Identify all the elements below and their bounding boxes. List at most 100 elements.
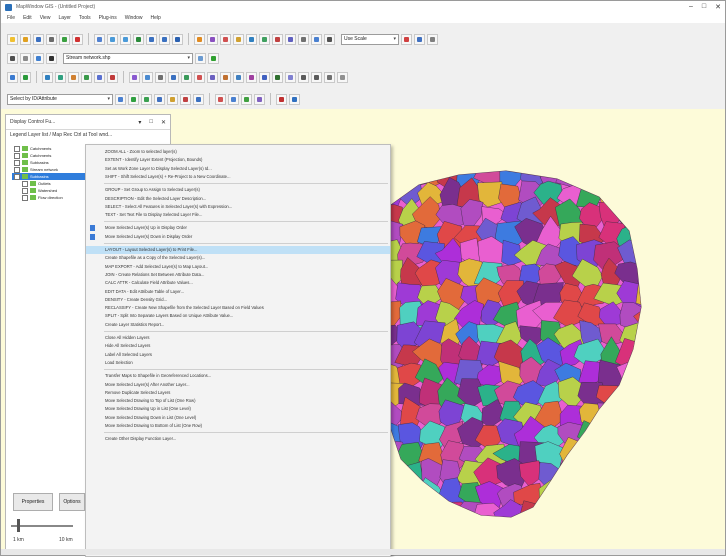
print-button[interactable] [46,33,57,45]
context-menu-item[interactable]: Create Layer Statistics Report... [86,321,390,329]
context-menu-item[interactable]: Transfer Maps to Shapefile in Georeferen… [86,372,390,380]
layer-combo[interactable]: Stream network.shp ▾ [63,52,193,64]
select-button[interactable] [194,33,205,45]
menu-plugins[interactable]: Plug-ins [99,15,117,21]
panel-tab-header[interactable]: Legend Layer list / Map Rec Ctrl at Tool… [6,130,170,141]
context-menu-item[interactable]: Hide All Selected Layers [86,342,390,350]
tool-a-button[interactable] [276,93,287,105]
panel-restore-button[interactable]: □ [149,119,153,126]
zoom-to-selected-button[interactable] [180,93,191,105]
legend-button[interactable] [259,33,270,45]
home-icon[interactable] [324,33,335,45]
context-menu-item[interactable]: Move Selected Layer(s) Down in Display O… [86,233,390,241]
invert-selection-button[interactable] [167,93,178,105]
layer-visibility-checkbox[interactable] [14,159,20,166]
chart-view-button[interactable] [228,93,239,105]
context-menu-item[interactable]: Load Selection [86,359,390,367]
stats-button[interactable] [254,93,265,105]
flow-direction-button[interactable] [42,71,53,83]
aspect-button[interactable] [142,71,153,83]
menu-view[interactable]: View [40,15,51,21]
context-menu-item[interactable]: Close All Hidden Layers [86,334,390,342]
context-menu-item[interactable]: Label All Selected Layers [86,351,390,359]
tool-b-button[interactable] [289,93,300,105]
context-menu-item[interactable]: Create Shapefile as a Copy of the Select… [86,254,390,262]
context-menu-item[interactable]: Set as Work Zone Layer to Display Select… [86,165,390,173]
field-combo[interactable]: Select by ID/Attribute ▾ [7,93,113,105]
open-project-button[interactable] [20,33,31,45]
menu-edit[interactable]: Edit [23,15,32,21]
context-menu-item[interactable]: Move Selected Drawing Down in List (One … [86,414,390,422]
reclass-button[interactable] [285,71,296,83]
slope-button[interactable] [129,71,140,83]
fill-sinks-button[interactable] [168,71,179,83]
layer-visibility-checkbox[interactable] [14,166,20,173]
intersect-button[interactable] [246,71,257,83]
context-menu-item[interactable]: Remove Duplicate Selected Layers [86,389,390,397]
add-point-button[interactable] [33,52,44,64]
layer-visibility-checkbox[interactable] [22,187,28,194]
contour-button[interactable] [181,71,192,83]
layer-tree-item[interactable]: Stream network [12,166,88,173]
context-menu-item[interactable]: RECLASSIFY - Create New Shapefile from t… [86,304,390,312]
hillshade-button[interactable] [155,71,166,83]
refresh-button[interactable] [324,71,335,83]
layer-visibility-checkbox[interactable] [22,194,28,201]
select-by-rect-button[interactable] [115,93,126,105]
buffer-button[interactable] [233,71,244,83]
options-button[interactable]: Options [59,493,85,511]
close-button[interactable]: ✕ [715,3,721,11]
context-menu-item[interactable]: JOIN - Create Relations Set Between Attr… [86,271,390,279]
raster-calc-button[interactable] [272,71,283,83]
export-button[interactable] [285,33,296,45]
menu-tools[interactable]: Tools [79,15,91,21]
menu-layer[interactable]: Layer [58,15,71,21]
redo-button[interactable] [311,71,322,83]
context-menu-item[interactable]: CALC ATTR - Calculate Field Attribute Va… [86,279,390,287]
undo-button[interactable] [298,71,309,83]
measure-button[interactable] [207,33,218,45]
context-menu-item[interactable]: Move Selected Layer(s) After Another Lay… [86,381,390,389]
move-up-button[interactable] [195,52,206,64]
info-button[interactable] [337,71,348,83]
context-menu-item[interactable]: DENSITY - Create Density Grid... [86,296,390,304]
label-button[interactable] [220,33,231,45]
properties-button[interactable]: Properties [13,493,53,511]
layer-visibility-checkbox[interactable] [22,180,28,187]
menu-file[interactable]: File [7,15,15,21]
delete-shape-button[interactable] [46,52,57,64]
zoom-out-button[interactable] [120,33,131,45]
save-project-button[interactable] [33,33,44,45]
context-menu-item[interactable]: Move Selected Drawing to Top of List (On… [86,397,390,405]
context-menu-item[interactable]: EXTENT - Identify Layer Extent (Projecti… [86,156,390,164]
scale-combo[interactable]: Use Scale ▾ [341,33,399,45]
edit-shape-button[interactable] [20,52,31,64]
back-button[interactable] [20,71,31,83]
context-menu-item[interactable]: SPLIT - Split Into Separate Layers Based… [86,312,390,320]
help-button[interactable] [311,33,322,45]
arrow-icon[interactable] [7,52,18,64]
zoom-to-layer-button[interactable] [7,71,18,83]
report-button[interactable] [241,93,252,105]
context-menu-item[interactable]: GROUP - Set Group to Assign to Selected … [86,186,390,194]
layer-visibility-checkbox[interactable] [14,173,20,180]
layer-visibility-checkbox[interactable] [14,145,20,152]
table-button[interactable] [233,33,244,45]
stream-definition-button[interactable] [68,71,79,83]
identify-button[interactable] [172,33,183,45]
maximize-button[interactable]: □ [702,3,706,11]
context-menu-item[interactable]: Move Selected Drawing Up in List (One Le… [86,405,390,413]
ruler-button[interactable] [414,33,425,45]
select-by-attribute-button[interactable] [141,93,152,105]
minimize-button[interactable]: – [689,3,693,11]
merge-button[interactable] [207,71,218,83]
context-menu-item[interactable]: MAP EXPORT - Add Selected Layer(s) to Ma… [86,263,390,271]
scale-slider-track[interactable] [11,525,73,527]
export-selected-button[interactable] [193,93,204,105]
add-layer-button[interactable] [59,33,70,45]
zoom-next-button[interactable] [159,33,170,45]
clear-selection-button[interactable] [154,93,165,105]
layer-tree-item[interactable]: Subbasins [12,173,88,180]
panel-close-button[interactable]: ✕ [161,119,166,126]
context-menu-item[interactable]: Create Other Display Function Layer... [86,435,390,443]
